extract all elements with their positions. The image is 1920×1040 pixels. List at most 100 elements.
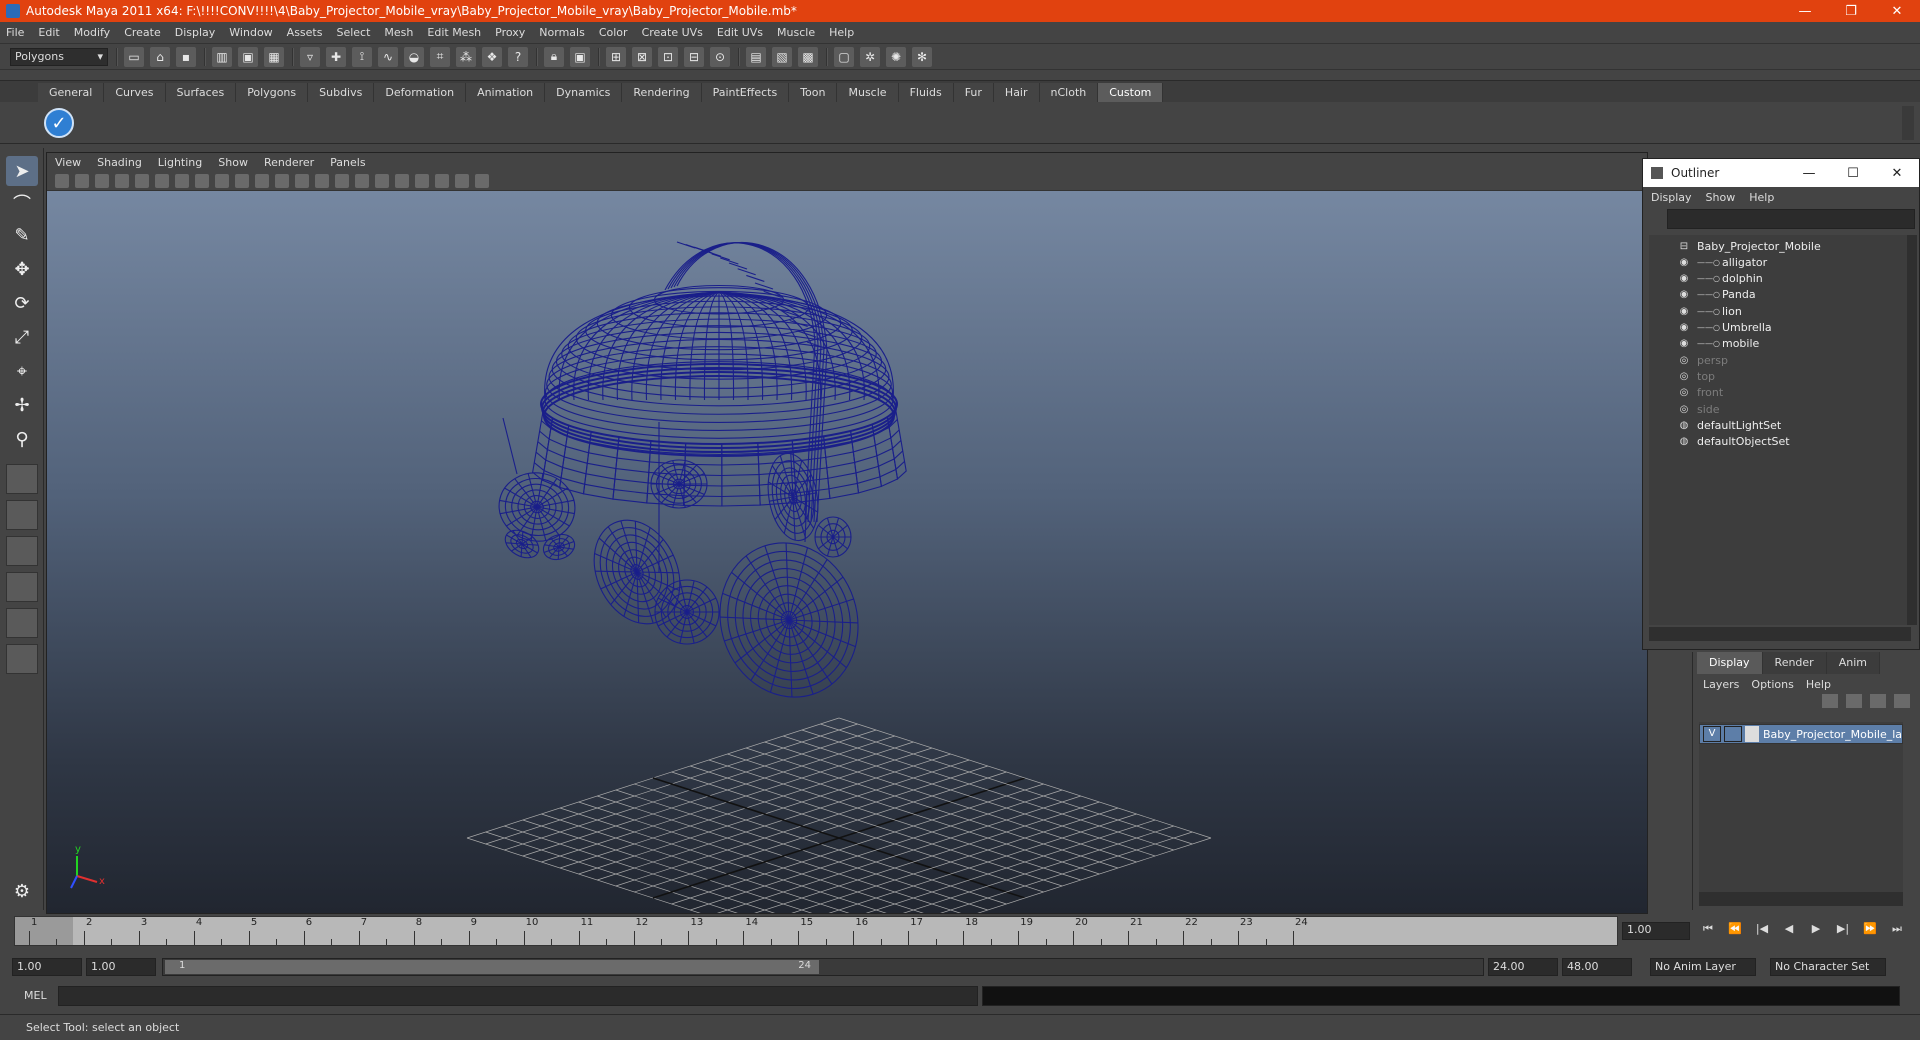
layer-type-toggle[interactable] xyxy=(1724,726,1742,742)
outliner-item[interactable]: ◉ ——○ Umbrella xyxy=(1677,319,1772,337)
range-slider-track[interactable]: 1 24 xyxy=(162,958,1484,976)
select-hierarchy-icon[interactable]: ▥ xyxy=(212,46,232,67)
menu-set-selector[interactable]: Polygons ▾ xyxy=(10,47,108,66)
persp-graph-layout-icon[interactable] xyxy=(6,572,38,602)
layer-tab-render[interactable]: Render xyxy=(1762,652,1827,674)
close-icon[interactable]: ✕ xyxy=(1875,166,1919,181)
outliner-item[interactable]: ◉ ——○ dolphin xyxy=(1677,270,1763,288)
anim-layer-selector[interactable]: No Anim Layer xyxy=(1650,958,1756,976)
mobile-wireframe-model[interactable] xyxy=(494,241,907,715)
four-view-layout-icon[interactable] xyxy=(6,500,38,530)
playback-button[interactable]: ⏮ xyxy=(1698,922,1718,940)
outliner-item[interactable]: ◎ persp xyxy=(1677,351,1728,369)
soft-mod-tool-icon[interactable]: ✢ xyxy=(6,390,38,420)
lasso-tool-icon[interactable]: ⌒ xyxy=(6,188,38,218)
filter-icon[interactable]: ▿ xyxy=(300,46,320,67)
layer-tab-display[interactable]: Display xyxy=(1697,652,1763,674)
layer-menu-help[interactable]: Help xyxy=(1806,678,1831,691)
command-input[interactable] xyxy=(58,986,978,1006)
outliner-item[interactable]: ◎ front xyxy=(1677,384,1724,402)
menu-edit-uvs[interactable]: Edit UVs xyxy=(717,26,763,39)
isolate-select-icon[interactable] xyxy=(415,173,429,188)
layer-color-swatch[interactable] xyxy=(1745,726,1759,742)
layer-visibility-toggle[interactable]: V xyxy=(1703,726,1721,742)
menu-help[interactable]: Help xyxy=(829,26,854,39)
new-scene-icon[interactable]: ▭ xyxy=(124,46,144,67)
all-lights-icon[interactable] xyxy=(375,173,389,188)
outliner-menu-help[interactable]: Help xyxy=(1749,191,1774,204)
image-plane-icon[interactable] xyxy=(115,173,129,188)
menu-select[interactable]: Select xyxy=(336,26,370,39)
grid-toggle-icon[interactable] xyxy=(135,173,149,188)
select-component-icon[interactable]: ▦ xyxy=(264,46,284,67)
render-settings-icon[interactable]: ✻ xyxy=(912,46,932,67)
checkmark-shelf-icon[interactable]: ✓ xyxy=(44,108,74,138)
playback-button[interactable]: ▶| xyxy=(1833,922,1853,940)
menu-file[interactable]: File xyxy=(6,26,24,39)
viewport-menu-show[interactable]: Show xyxy=(218,156,248,169)
anim-end-field[interactable]: 48.00 xyxy=(1562,958,1632,976)
menu-edit-mesh[interactable]: Edit Mesh xyxy=(427,26,481,39)
tab-fluids[interactable]: Fluids xyxy=(898,83,954,102)
output-ops-icon[interactable]: ▧ xyxy=(772,46,792,67)
tab-hair[interactable]: Hair xyxy=(993,83,1040,102)
time-slider-track[interactable]: 1 2 3 4 5 6 7 8 9 10 11 12 13 14 15 16 17 18 19 20 21 22 23 24 xyxy=(14,916,1618,946)
show-manipulator-icon[interactable]: ⚲ xyxy=(6,424,38,454)
shelf-scrollbar[interactable] xyxy=(1902,106,1914,140)
outliner-persp-layout-icon[interactable] xyxy=(6,536,38,566)
select-curves-icon[interactable]: ∿ xyxy=(378,46,398,67)
safe-title-icon[interactable] xyxy=(255,173,269,188)
script-language-label[interactable]: MEL xyxy=(24,989,47,1002)
menu-display[interactable]: Display xyxy=(175,26,216,39)
viewport-menu-view[interactable]: View xyxy=(55,156,81,169)
field-chart-icon[interactable] xyxy=(215,173,229,188)
viewport-menu-panels[interactable]: Panels xyxy=(330,156,365,169)
snap-grid-icon[interactable]: ⊞ xyxy=(606,46,626,67)
menu-normals[interactable]: Normals xyxy=(539,26,585,39)
layer-tab-anim[interactable]: Anim xyxy=(1826,652,1880,674)
snap-plane-icon[interactable]: ⊟ xyxy=(684,46,704,67)
tab-custom[interactable]: Custom xyxy=(1098,83,1164,102)
menu-color[interactable]: Color xyxy=(599,26,628,39)
playback-button[interactable]: ⏩ xyxy=(1860,922,1880,940)
safe-action-icon[interactable] xyxy=(235,173,249,188)
xray-icon[interactable] xyxy=(435,173,449,188)
tab-fur[interactable]: Fur xyxy=(953,83,994,102)
tab-muscle[interactable]: Muscle xyxy=(837,83,899,102)
input-ops-icon[interactable]: ▤ xyxy=(746,46,766,67)
menu-edit[interactable]: Edit xyxy=(38,26,59,39)
resolution-gate-icon[interactable] xyxy=(175,173,189,188)
select-dynamics-icon[interactable]: ⁂ xyxy=(456,46,476,67)
manipulator-tool-icon[interactable]: ⌖ xyxy=(6,356,38,386)
select-handles-icon[interactable]: ✚ xyxy=(326,46,346,67)
viewport-menu-shading[interactable]: Shading xyxy=(97,156,142,169)
layer-menu-options[interactable]: Options xyxy=(1751,678,1793,691)
camera-attrs-icon[interactable] xyxy=(75,173,89,188)
open-scene-icon[interactable]: ⌂ xyxy=(150,46,170,67)
menu-window[interactable]: Window xyxy=(229,26,272,39)
menu-create[interactable]: Create xyxy=(124,26,161,39)
restore-button[interactable]: ❐ xyxy=(1828,0,1874,22)
select-rendering-icon[interactable]: ❖ xyxy=(482,46,502,67)
outliner-item[interactable]: ◍ defaultObjectSet xyxy=(1677,433,1790,451)
menu-create-uvs[interactable]: Create UVs xyxy=(642,26,703,39)
tab-general[interactable]: General xyxy=(38,83,105,102)
hypershade-layout-icon[interactable] xyxy=(6,608,38,638)
snap-curve-icon[interactable]: ⊠ xyxy=(632,46,652,67)
paint-select-tool-icon[interactable]: ✎ xyxy=(6,220,38,250)
wireframe-icon[interactable] xyxy=(275,173,289,188)
tab-dynamics[interactable]: Dynamics xyxy=(545,83,623,102)
render-view-icon[interactable]: ▢ xyxy=(834,46,854,67)
scale-tool-icon[interactable]: ⤢ xyxy=(6,322,38,352)
move-layer-down-icon[interactable] xyxy=(1846,694,1862,708)
new-layer-selected-icon[interactable] xyxy=(1894,694,1910,708)
rotate-tool-icon[interactable]: ⟳ xyxy=(6,288,38,318)
persp-outliner-layout-icon[interactable] xyxy=(6,644,38,674)
hud-icon[interactable] xyxy=(475,173,489,188)
tab-painteffects[interactable]: PaintEffects xyxy=(701,83,790,102)
outliner-menu-display[interactable]: Display xyxy=(1651,191,1692,204)
move-layer-up-icon[interactable] xyxy=(1822,694,1838,708)
character-set-selector[interactable]: No Character Set xyxy=(1770,958,1886,976)
bookmark-icon[interactable] xyxy=(95,173,109,188)
shadows-icon[interactable] xyxy=(395,173,409,188)
